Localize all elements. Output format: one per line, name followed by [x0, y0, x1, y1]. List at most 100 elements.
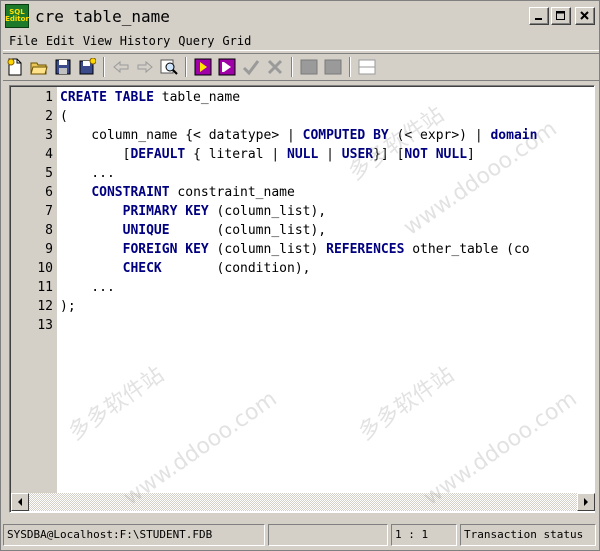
- code-line: PRIMARY KEY (column_list),: [60, 202, 327, 221]
- scroll-track[interactable]: [29, 493, 577, 511]
- line-number: 6: [45, 185, 53, 200]
- line-number-gutter: 1 2 3 4 5 6 7 8 9 10 11 12 13: [11, 87, 57, 493]
- grid-button[interactable]: [298, 56, 320, 78]
- code-line: UNIQUE (column_list),: [60, 221, 327, 240]
- triangle-left-icon: [18, 498, 22, 506]
- code-text: ]: [467, 147, 475, 162]
- menu-view[interactable]: View: [79, 34, 116, 48]
- line-number: 8: [45, 223, 53, 238]
- maximize-button[interactable]: [551, 7, 571, 25]
- rollback-icon: [267, 59, 283, 75]
- menu-edit[interactable]: Edit: [42, 34, 79, 48]
- sql-keyword: DEFAULT: [130, 147, 186, 162]
- line-number: 10: [37, 261, 53, 276]
- code-text: table_name: [153, 90, 241, 105]
- code-text: ...: [60, 166, 115, 181]
- grid2-button[interactable]: [322, 56, 344, 78]
- code-text: (column_list),: [169, 223, 327, 238]
- status-cursor-position: 1 : 1: [391, 524, 457, 546]
- menu-grid[interactable]: Grid: [218, 34, 255, 48]
- line-number: 5: [45, 166, 53, 181]
- code-line: ...: [60, 164, 115, 183]
- line-number: 12: [37, 299, 53, 314]
- code-text: (: [60, 109, 68, 124]
- sql-editor[interactable]: 1 2 3 4 5 6 7 8 9 10 11 12 13 CREATE TABLE table_nam…: [9, 85, 595, 513]
- forward-button[interactable]: [134, 56, 156, 78]
- sql-keyword: REFERENCES: [326, 242, 405, 257]
- new-icon: [7, 58, 22, 76]
- save-as-icon: [79, 58, 96, 75]
- sql-keyword: CONSTRAINT: [91, 185, 170, 200]
- app-icon-line-2: Editor: [5, 15, 29, 23]
- forward-icon: [137, 60, 153, 74]
- line-number: 9: [45, 242, 53, 257]
- line-number: 3: [45, 128, 53, 143]
- window-controls: [529, 7, 595, 25]
- code-area[interactable]: CREATE TABLE table_name ( column_name {< …: [58, 87, 593, 493]
- back-button[interactable]: [110, 56, 132, 78]
- code-line: ...: [60, 278, 115, 297]
- sql-keyword: domain: [490, 128, 538, 143]
- menu-file[interactable]: File: [3, 34, 42, 48]
- code-line: column_name {< datatype> | COMPUTED BY (…: [60, 126, 537, 145]
- execute-step-icon: [218, 58, 236, 76]
- status-connection: SYSDBA@Localhost:F:\STUDENT.FDB: [3, 524, 265, 546]
- sql-keyword: USER: [341, 147, 374, 162]
- split-button[interactable]: [356, 56, 378, 78]
- code-text: );: [60, 299, 76, 314]
- horizontal-scrollbar[interactable]: [11, 493, 595, 511]
- find-button[interactable]: [158, 56, 180, 78]
- find-icon: [160, 59, 178, 75]
- code-text: (column_list),: [208, 204, 327, 219]
- code-line: CHECK (condition),: [60, 259, 311, 278]
- open-button[interactable]: [28, 56, 50, 78]
- menu-query[interactable]: Query: [174, 34, 218, 48]
- menu-history[interactable]: History: [116, 34, 175, 48]
- sql-keyword: UNIQUE: [122, 223, 170, 238]
- execute-button[interactable]: [192, 56, 214, 78]
- sql-keyword: NULL: [287, 147, 319, 162]
- save-button[interactable]: [52, 56, 74, 78]
- new-button[interactable]: [4, 56, 26, 78]
- close-button[interactable]: [575, 7, 595, 25]
- split-icon: [358, 59, 376, 75]
- status-transaction: Transaction status: [460, 524, 596, 546]
- toolbar-separator: [103, 57, 105, 77]
- sql-keyword: NOT NULL: [404, 147, 468, 162]
- save-as-button[interactable]: [76, 56, 98, 78]
- status-bar: SYSDBA@Localhost:F:\STUDENT.FDB 1 : 1 Tr…: [3, 521, 599, 549]
- code-line: );: [60, 297, 76, 316]
- code-text: }] [: [373, 147, 405, 162]
- close-icon: [580, 11, 589, 20]
- rollback-button[interactable]: [264, 56, 286, 78]
- sql-keyword: COMPUTED BY: [302, 128, 389, 143]
- toolbar-separator: [185, 57, 187, 77]
- line-number: 4: [45, 147, 53, 162]
- scroll-right-button[interactable]: [577, 493, 595, 511]
- code-text: (condition),: [161, 261, 311, 276]
- toolbar-separator: [291, 57, 293, 77]
- app-icon: SQL Editor: [5, 4, 29, 28]
- code-text: (< expr>) |: [388, 128, 491, 143]
- code-line: CONSTRAINT constraint_name: [60, 183, 295, 202]
- sql-keyword: FOREIGN KEY: [122, 242, 209, 257]
- status-panel: [268, 524, 388, 546]
- sql-keyword: CREATE TABLE: [60, 90, 154, 105]
- grid2-icon: [324, 59, 342, 75]
- line-number: 2: [45, 109, 53, 124]
- execute-icon: [194, 58, 212, 76]
- grid-icon: [300, 59, 318, 75]
- line-number: 11: [37, 280, 53, 295]
- minimize-button[interactable]: [529, 7, 549, 25]
- toolbar-separator: [349, 57, 351, 77]
- execute-step-button[interactable]: [216, 56, 238, 78]
- title-bar[interactable]: SQL Editor cre table_name: [3, 3, 599, 29]
- scroll-left-button[interactable]: [11, 493, 29, 511]
- sql-keyword: CHECK: [122, 261, 162, 276]
- maximize-icon: [556, 11, 565, 20]
- commit-button[interactable]: [240, 56, 262, 78]
